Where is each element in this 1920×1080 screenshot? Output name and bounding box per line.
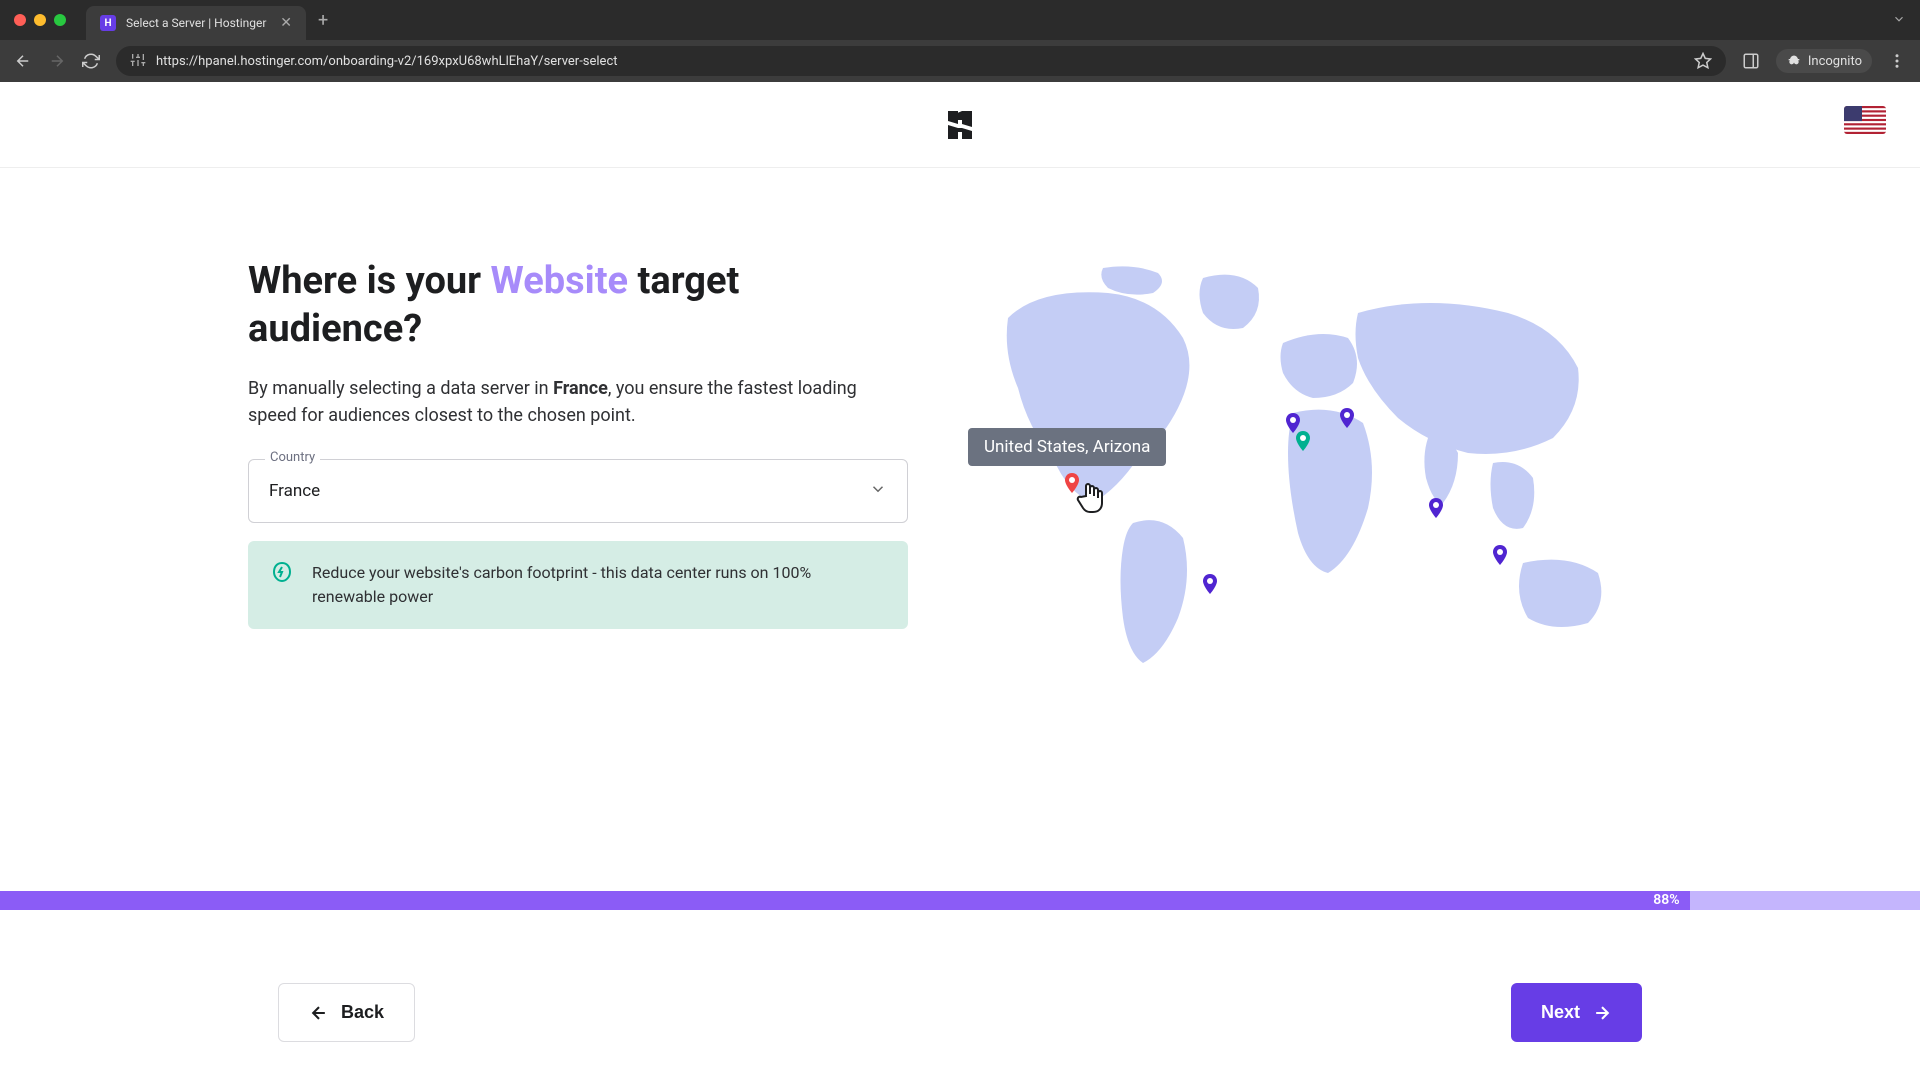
map-pin-india[interactable]: [1429, 498, 1443, 518]
back-icon[interactable]: [14, 52, 32, 70]
cursor-hand-icon: [1076, 478, 1108, 514]
page-heading: Where is your Website target audience?: [248, 258, 908, 353]
tab-close-icon[interactable]: ✕: [280, 15, 292, 31]
map-pin-uk[interactable]: [1286, 413, 1300, 433]
subtext-prefix: By manually selecting a data server in: [248, 378, 553, 399]
forward-icon: [48, 52, 66, 70]
left-column: Where is your Website target audience? B…: [248, 258, 908, 692]
heading-highlight: Website: [491, 259, 629, 303]
new-tab-button[interactable]: +: [318, 10, 328, 31]
eco-banner: Reduce your website's carbon footprint -…: [248, 541, 908, 629]
next-label: Next: [1541, 1002, 1580, 1023]
browser-tab-bar: H Select a Server | Hostinger ✕ +: [0, 0, 1920, 40]
map-pin-brazil[interactable]: [1203, 574, 1217, 594]
map-tooltip-text: United States, Arizona: [984, 437, 1150, 457]
subtext-country: France: [553, 378, 608, 399]
minimize-window-button[interactable]: [34, 14, 46, 26]
country-select[interactable]: Country France: [248, 459, 908, 523]
select-value: France: [269, 481, 320, 501]
heading-prefix: Where is your: [248, 259, 491, 303]
world-map-panel: United States, Arizona: [948, 258, 1860, 692]
footer-actions: Back Next: [0, 983, 1920, 1042]
subtext: By manually selecting a data server in F…: [248, 375, 908, 429]
chevron-down-icon: [869, 480, 887, 502]
progress-fill: 88%: [0, 891, 1690, 910]
back-label: Back: [341, 1002, 384, 1023]
bookmark-star-icon[interactable]: [1694, 52, 1712, 70]
arrow-left-icon: [309, 1003, 329, 1023]
maximize-window-button[interactable]: [54, 14, 66, 26]
url-text: https://hpanel.hostinger.com/onboarding-…: [156, 54, 1684, 69]
window-controls: [14, 14, 66, 26]
leaf-eco-icon: [270, 561, 294, 585]
us-flag-icon: [1844, 106, 1886, 134]
hostinger-logo-icon: [940, 105, 980, 145]
toolbar-right-group: Incognito: [1742, 49, 1906, 73]
tabs-dropdown-icon[interactable]: [1892, 11, 1906, 30]
browser-tab[interactable]: H Select a Server | Hostinger ✕: [86, 6, 306, 40]
eco-text: Reduce your website's carbon footprint -…: [312, 561, 886, 609]
map-pin-lithuania[interactable]: [1340, 408, 1354, 428]
map-pin-france-selected[interactable]: [1296, 431, 1310, 451]
site-settings-icon[interactable]: [130, 52, 146, 71]
next-button[interactable]: Next: [1511, 983, 1642, 1042]
tab-title: Select a Server | Hostinger: [126, 16, 270, 30]
progress-bar: 88%: [0, 891, 1920, 910]
browser-menu-icon[interactable]: [1888, 52, 1906, 70]
incognito-label: Incognito: [1808, 54, 1862, 69]
incognito-icon: [1786, 53, 1802, 69]
map-tooltip: United States, Arizona: [968, 428, 1166, 466]
progress-percent: 88%: [1653, 891, 1679, 910]
incognito-badge[interactable]: Incognito: [1776, 49, 1872, 73]
map-pin-singapore[interactable]: [1493, 545, 1507, 565]
arrow-right-icon: [1592, 1003, 1612, 1023]
reload-icon[interactable]: [82, 52, 100, 70]
world-map[interactable]: [948, 258, 1648, 688]
language-flag-button[interactable]: [1844, 106, 1886, 134]
page-content: Where is your Website target audience? B…: [0, 82, 1920, 1080]
browser-toolbar: https://hpanel.hostinger.com/onboarding-…: [0, 40, 1920, 82]
select-label: Country: [265, 450, 320, 465]
back-button[interactable]: Back: [278, 983, 415, 1042]
page-header: [0, 82, 1920, 168]
close-window-button[interactable]: [14, 14, 26, 26]
sidepanel-icon[interactable]: [1742, 52, 1760, 70]
address-bar[interactable]: https://hpanel.hostinger.com/onboarding-…: [116, 46, 1726, 76]
main-content: Where is your Website target audience? B…: [0, 168, 1920, 692]
tab-favicon-icon: H: [100, 15, 116, 31]
